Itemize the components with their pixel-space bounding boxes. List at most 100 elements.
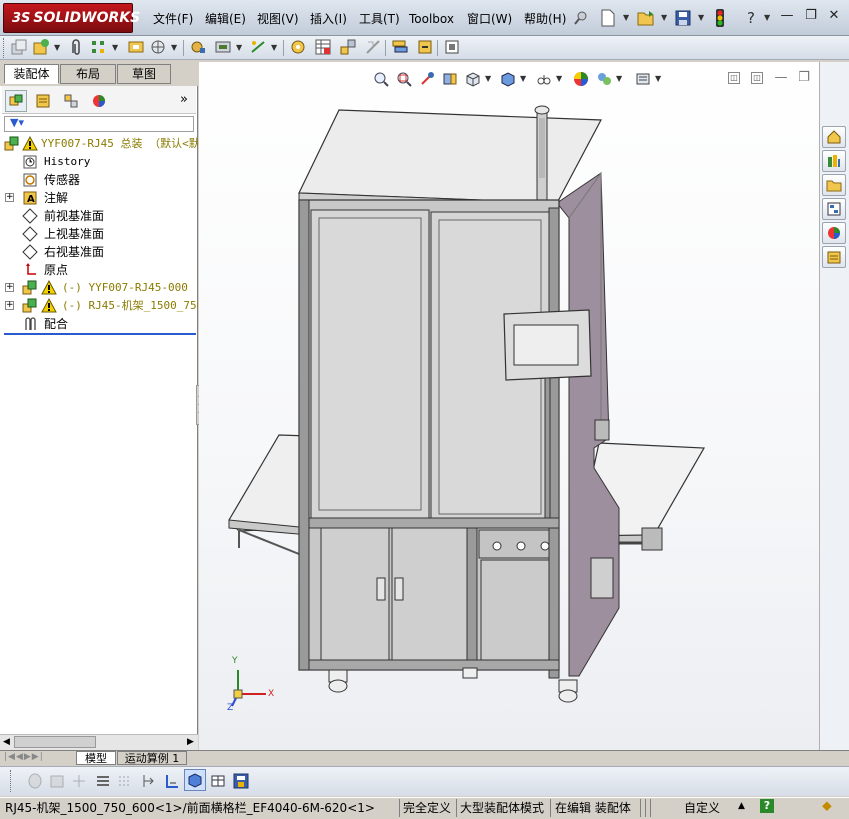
shaded-icon[interactable] [46, 770, 68, 792]
viewport-split-left-icon[interactable]: ◫ [728, 72, 740, 84]
menu-tools[interactable]: 工具(T) [359, 10, 400, 28]
menu-help[interactable]: 帮助(H) [524, 10, 566, 28]
appearances-scenes-icon[interactable] [822, 222, 846, 244]
minimize-icon[interactable]: — [779, 8, 795, 24]
instant3d-icon[interactable] [442, 37, 462, 57]
list-lines-icon[interactable] [92, 770, 114, 792]
menu-edit[interactable]: 编辑(E) [205, 10, 246, 28]
chevron-right-double-icon[interactable]: » [180, 92, 188, 107]
dimension-axis-icon[interactable] [161, 770, 183, 792]
doc-restore-icon[interactable]: ❐ [796, 70, 812, 86]
exploded-view-icon[interactable] [338, 37, 358, 57]
chevron-down-icon[interactable]: ▼ [623, 13, 629, 22]
tree-item-right-plane[interactable]: 右视基准面 [0, 243, 198, 261]
chevron-down-icon[interactable]: ▼ [54, 43, 60, 52]
solidworks-logo[interactable]: 3S SOLIDWORKS [3, 3, 140, 33]
tree-root-assembly[interactable]: YYF007-RJ45 总装 （默认<默 [0, 135, 198, 153]
tree-item-subassembly-000[interactable]: + (-) YYF007-RJ45-000 枚 [0, 279, 198, 297]
tab-assembly[interactable]: 装配体 [4, 64, 59, 84]
chevron-down-icon[interactable]: ▼ [655, 74, 661, 83]
insert-component-icon[interactable] [9, 37, 29, 57]
menu-file[interactable]: 文件(F) [153, 10, 193, 28]
expand-icon[interactable]: + [5, 283, 14, 292]
save-copy-icon[interactable] [230, 770, 252, 792]
zoom-to-fit-icon[interactable] [370, 68, 392, 90]
restore-icon[interactable]: ❐ [803, 8, 819, 24]
new-motion-study-icon[interactable] [288, 37, 308, 57]
tree-item-history[interactable]: History [0, 153, 198, 171]
tree-item-mates[interactable]: 配合 [0, 315, 198, 333]
tab-model[interactable]: 模型 [76, 751, 116, 765]
component-transparency-icon[interactable] [24, 770, 46, 792]
scrollbar-thumb[interactable] [14, 736, 96, 748]
display-manager-icon[interactable] [88, 90, 110, 112]
dotted-lines-icon[interactable] [114, 770, 136, 792]
clearance-verification-icon[interactable] [415, 37, 435, 57]
reference-geometry-icon[interactable] [248, 37, 268, 57]
bill-of-materials-icon[interactable] [313, 37, 333, 57]
chevron-down-icon[interactable]: ▼ [520, 74, 526, 83]
filter-icon[interactable]: ▼▾ [10, 116, 24, 129]
display-style-icon[interactable] [497, 68, 519, 90]
expand-icon[interactable]: + [5, 301, 14, 310]
tree-item-sensors[interactable]: 传感器 [0, 171, 198, 189]
tree-filter-input[interactable] [4, 116, 194, 132]
chevron-down-icon[interactable]: ▼ [485, 74, 491, 83]
new-document-icon[interactable] [597, 7, 619, 29]
rollback-bar[interactable] [4, 333, 196, 335]
section-view-icon[interactable] [439, 68, 461, 90]
scroll-left-icon[interactable]: ◀ [3, 737, 10, 747]
smart-fasteners-icon[interactable] [126, 37, 146, 57]
tree-item-annotations[interactable]: + A 注解 [0, 189, 198, 207]
linear-pattern-icon[interactable] [89, 37, 109, 57]
feature-manager-tree-icon[interactable] [5, 90, 27, 112]
rebuild-tag-icon[interactable]: ⬥ [822, 798, 832, 814]
new-part-icon[interactable] [31, 37, 51, 57]
quick-tips-help-icon[interactable]: ? [760, 799, 774, 813]
toolbar-grip[interactable] [10, 770, 13, 792]
apply-scene-icon[interactable] [593, 68, 615, 90]
edit-appearance-icon[interactable] [570, 68, 592, 90]
chevron-down-icon[interactable]: ▼ [236, 43, 242, 52]
chevron-down-icon[interactable]: ▼ [112, 43, 118, 52]
table-icon[interactable] [207, 770, 229, 792]
open-folder-icon[interactable] [635, 7, 657, 29]
status-unit-system[interactable]: 自定义 [684, 800, 720, 816]
previous-view-icon[interactable] [416, 68, 438, 90]
chevron-down-icon[interactable]: ▼ [616, 74, 622, 83]
help-icon[interactable]: ? [740, 7, 762, 29]
pin-icon[interactable] [570, 7, 592, 29]
solidworks-resources-icon[interactable] [822, 126, 846, 148]
tree-item-subassembly-frame[interactable]: + (-) RJ45-机架_1500_750_ [0, 297, 198, 315]
close-icon[interactable]: ✕ [826, 8, 842, 24]
menu-view[interactable]: 视图(V) [257, 10, 299, 28]
menu-insert[interactable]: 插入(I) [310, 10, 347, 28]
chevron-down-icon[interactable]: ▼ [556, 74, 562, 83]
align-icon[interactable] [137, 770, 159, 792]
viewport-split-right-icon[interactable]: ◫ [751, 72, 763, 84]
toolbar-grip[interactable] [3, 38, 6, 58]
tab-layout[interactable]: 布局 [60, 64, 116, 84]
configuration-manager-icon[interactable] [60, 90, 82, 112]
chevron-down-icon[interactable]: ▼ [171, 43, 177, 52]
show-hidden-components-icon[interactable] [188, 37, 208, 57]
hide-show-items-icon[interactable] [533, 68, 555, 90]
assembly-model-render[interactable] [199, 88, 819, 750]
design-library-icon[interactable] [822, 150, 846, 172]
chevron-down-icon[interactable]: ▼ [698, 13, 704, 22]
tree-item-top-plane[interactable]: 上视基准面 [0, 225, 198, 243]
move-component-icon[interactable] [148, 37, 168, 57]
view-palette-icon[interactable] [822, 198, 846, 220]
scroll-right-icon[interactable]: ▶ [187, 737, 194, 747]
view-orientation-icon[interactable] [462, 68, 484, 90]
chevron-down-icon[interactable]: ▼ [661, 13, 667, 22]
interference-detection-icon[interactable] [390, 37, 410, 57]
tab-sketch[interactable]: 草图 [117, 64, 171, 84]
assembly-features-icon[interactable] [213, 37, 233, 57]
tab-motion-study[interactable]: 运动算例 1 [117, 751, 187, 765]
expand-icon[interactable]: + [5, 193, 14, 202]
rebuild-traffic-light-icon[interactable] [709, 7, 731, 29]
mate-paperclip-icon[interactable] [67, 37, 87, 57]
zoom-to-area-icon[interactable] [393, 68, 415, 90]
shaded-with-edges-icon[interactable] [184, 769, 206, 791]
